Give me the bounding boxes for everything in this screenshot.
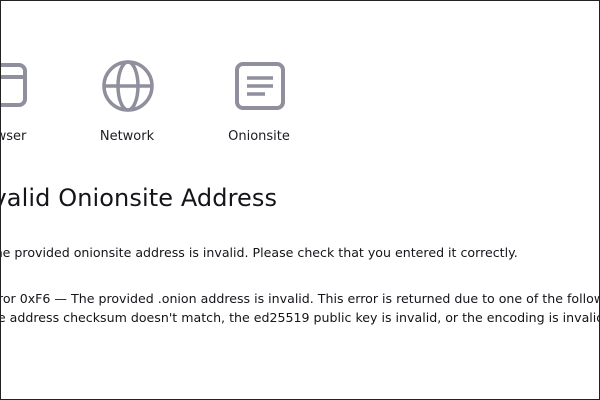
globe-icon [102, 59, 154, 115]
error-title: Invalid Onionsite Address [0, 184, 278, 212]
browser-node: Browser [1, 59, 60, 159]
error-long-description-line-1: Error 0xF6 — The provided .onion address… [1, 291, 599, 306]
network-node: Network [67, 59, 187, 159]
error-short-description: The provided onionsite address is invali… [0, 245, 518, 260]
browser-window-icon [1, 59, 27, 115]
browser-label: Browser [1, 129, 27, 144]
onionsite-node: Onionsite [199, 59, 319, 159]
onionsite-label: Onionsite [228, 129, 290, 144]
error-long-description: Error 0xF6 — The provided .onion address… [0, 289, 600, 327]
error-long-description-line-2: the address checksum doesn't match, the … [0, 310, 600, 325]
onionsite-page-icon [234, 59, 286, 115]
error-page: Browser Network Onionsite [0, 0, 600, 400]
network-label: Network [99, 129, 155, 144]
connection-diagram: Browser Network Onionsite [1, 1, 599, 161]
